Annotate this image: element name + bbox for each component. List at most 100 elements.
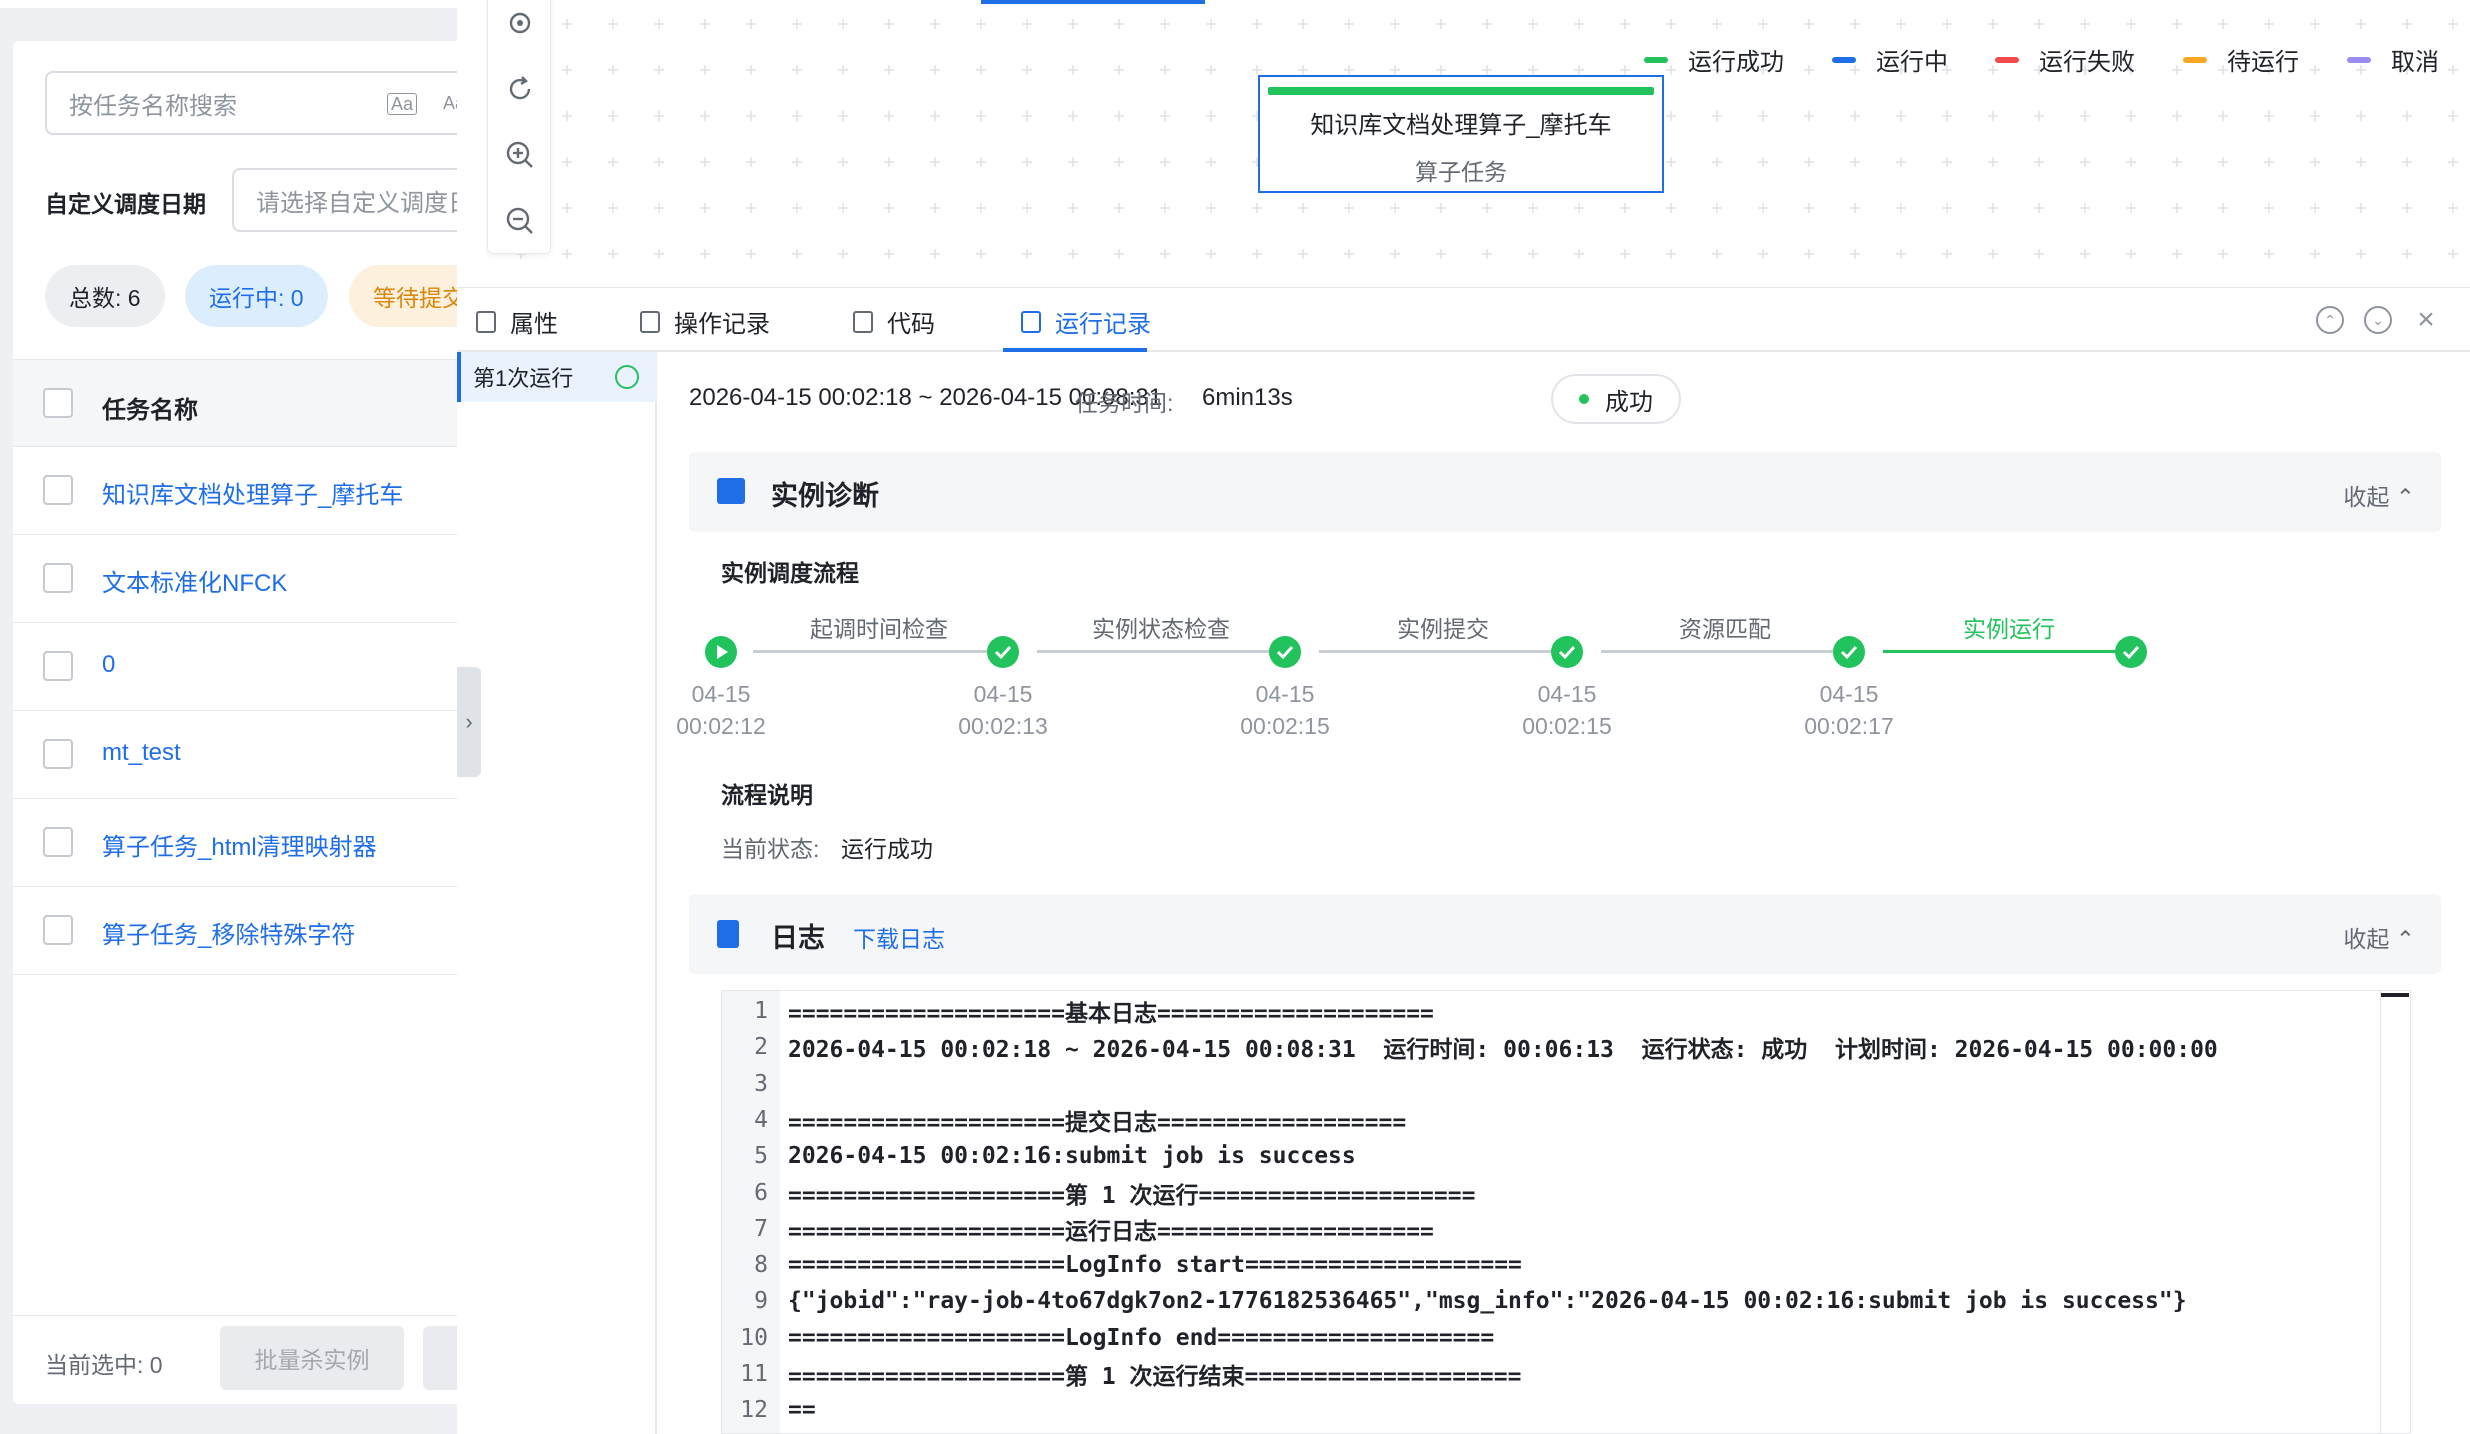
grid-plus bbox=[976, 157, 986, 167]
grid-plus bbox=[1666, 157, 1676, 167]
running-count-pill[interactable]: 运行中: 0 bbox=[185, 265, 328, 327]
legend-item: 运行失败 bbox=[1995, 42, 2135, 77]
task-name-link[interactable]: 算子任务_html清理映射器 bbox=[102, 827, 377, 862]
task-name-link[interactable]: 文本标准化NFCK bbox=[102, 563, 287, 598]
task-name-column-header: 任务名称 bbox=[102, 397, 198, 424]
scroll-thumb[interactable] bbox=[2381, 993, 2409, 997]
grid-plus bbox=[1988, 111, 1998, 121]
task-search-input[interactable]: 按任务名称搜索 Aa Aa bbox=[45, 71, 457, 135]
grid-plus bbox=[792, 111, 802, 121]
legend-swatch bbox=[2183, 56, 2207, 63]
grid-plus bbox=[1620, 203, 1630, 213]
log-line-number: 3 bbox=[754, 1070, 768, 1097]
row-checkbox[interactable] bbox=[43, 915, 73, 945]
waiting-count-pill[interactable]: 等待提交 bbox=[349, 265, 457, 327]
check-icon bbox=[1269, 636, 1301, 668]
grid-plus bbox=[1804, 19, 1814, 29]
task-row[interactable]: 算子任务_html清理映射器 bbox=[13, 799, 457, 887]
log-line: 10 ====================LogInfo end=======… bbox=[722, 1320, 1494, 1356]
grid-plus bbox=[2126, 19, 2136, 29]
panel-actions: ⌃ ⌄ × bbox=[2316, 303, 2440, 336]
date-picker-input[interactable]: 请选择自定义调度日期 bbox=[232, 168, 457, 232]
grid-plus bbox=[884, 111, 894, 121]
log-line: 5 2026-04-15 00:02:16:submit job is succe… bbox=[722, 1138, 1356, 1174]
task-row[interactable]: 知识库文档处理算子_摩托车 bbox=[13, 447, 457, 535]
row-checkbox[interactable] bbox=[43, 739, 73, 769]
log-scrollbar[interactable] bbox=[2380, 991, 2410, 1433]
tab-label: 代码 bbox=[887, 311, 935, 338]
grid-plus bbox=[2448, 203, 2458, 213]
secondary-batch-button[interactable] bbox=[423, 1326, 457, 1390]
log-section-header[interactable]: 日志 下载日志 收起 ⌃ bbox=[689, 894, 2441, 974]
search-placeholder: 按任务名称搜索 bbox=[69, 92, 237, 120]
legend-item: 运行成功 bbox=[1644, 42, 1784, 77]
tab-run-records[interactable]: 运行记录 bbox=[1021, 304, 1151, 339]
tab-operation-log[interactable]: 操作记录 bbox=[640, 304, 770, 339]
zoom-out-icon[interactable] bbox=[488, 189, 552, 253]
log-line-text: ====================第 1 次运行结束===========… bbox=[788, 1364, 1522, 1390]
tab-properties[interactable]: 属性 bbox=[476, 304, 558, 339]
task-name-link[interactable]: 算子任务_移除特殊字符 bbox=[102, 915, 355, 950]
grid-plus bbox=[1436, 249, 1446, 259]
dag-canvas[interactable]: 运行成功 运行中 运行失败 待运行 取消 知识库文档处理算子_摩托车 算子任务 bbox=[457, 0, 2470, 288]
task-name-link[interactable]: mt_test bbox=[102, 739, 181, 767]
match-case-icon[interactable]: Aa bbox=[387, 93, 418, 115]
grid-plus bbox=[1160, 65, 1170, 75]
log-line-number: 11 bbox=[740, 1361, 768, 1387]
grid-plus bbox=[1988, 19, 1998, 29]
chevron-down-icon[interactable]: ⌄ bbox=[2364, 306, 2392, 334]
check-icon bbox=[1551, 636, 1583, 668]
document-icon bbox=[717, 920, 739, 948]
grid-plus bbox=[746, 19, 756, 29]
grid-plus bbox=[1712, 19, 1722, 29]
grid-plus bbox=[2172, 203, 2182, 213]
node-title: 知识库文档处理算子_摩托车 bbox=[1310, 112, 1612, 139]
row-checkbox[interactable] bbox=[43, 563, 73, 593]
total-count-pill[interactable]: 总数: 6 bbox=[45, 265, 165, 327]
grid-plus bbox=[2080, 203, 2090, 213]
task-row[interactable]: 0 bbox=[13, 623, 457, 711]
grid-plus bbox=[2402, 19, 2412, 29]
task-row[interactable]: 算子任务_移除特殊字符 bbox=[13, 887, 457, 975]
sidebar-collapse-handle[interactable]: › bbox=[457, 667, 481, 777]
select-all-checkbox[interactable] bbox=[43, 388, 73, 418]
match-word-icon[interactable]: Aa bbox=[443, 93, 457, 113]
grid-plus bbox=[2172, 65, 2182, 75]
row-checkbox[interactable] bbox=[43, 827, 73, 857]
download-log-link[interactable]: 下载日志 bbox=[853, 920, 945, 954]
grid-plus bbox=[2034, 19, 2044, 29]
log-collapse-button[interactable]: 收起 ⌃ bbox=[2343, 920, 2415, 954]
grid-plus bbox=[792, 249, 802, 259]
grid-plus bbox=[1896, 111, 1906, 121]
grid-plus bbox=[884, 249, 894, 259]
log-viewer[interactable]: 1 ====================基本日志===============… bbox=[721, 990, 2411, 1434]
locate-icon[interactable] bbox=[488, 0, 552, 55]
grid-plus bbox=[654, 157, 664, 167]
task-row[interactable]: 文本标准化NFCK bbox=[13, 535, 457, 623]
log-line-text: ====================第 1 次运行=============… bbox=[788, 1182, 1476, 1209]
tab-code[interactable]: 代码 bbox=[853, 304, 935, 339]
task-row[interactable]: mt_test bbox=[13, 711, 457, 799]
legend-label: 待运行 bbox=[2227, 49, 2299, 76]
close-icon[interactable]: × bbox=[2412, 303, 2440, 336]
chevron-up-icon[interactable]: ⌃ bbox=[2316, 306, 2344, 334]
zoom-in-icon[interactable] bbox=[488, 123, 552, 187]
legend-label: 取消 bbox=[2391, 49, 2439, 76]
task-name-link[interactable]: 0 bbox=[102, 651, 115, 679]
grid-plus bbox=[1942, 249, 1952, 259]
task-name-link[interactable]: 知识库文档处理算子_摩托车 bbox=[102, 475, 403, 510]
dag-task-node[interactable]: 知识库文档处理算子_摩托车 算子任务 bbox=[1258, 75, 1664, 193]
grid-plus bbox=[1574, 19, 1584, 29]
refresh-icon[interactable] bbox=[488, 57, 552, 121]
row-checkbox[interactable] bbox=[43, 651, 73, 681]
log-line: 2 2026-04-15 00:02:18 ~ 2026-04-15 00:08:… bbox=[722, 1029, 2218, 1065]
grid-plus bbox=[792, 65, 802, 75]
diagnosis-collapse-button[interactable]: 收起 ⌃ bbox=[2343, 478, 2415, 512]
batch-kill-button[interactable]: 批量杀实例 bbox=[220, 1326, 404, 1390]
grid-plus bbox=[838, 65, 848, 75]
run-item[interactable]: 第1次运行 bbox=[457, 352, 657, 402]
step-connector bbox=[1319, 650, 1569, 653]
row-checkbox[interactable] bbox=[43, 475, 73, 505]
grid-plus bbox=[1114, 65, 1124, 75]
diagnosis-section-header[interactable]: 实例诊断 收起 ⌃ bbox=[689, 452, 2441, 532]
